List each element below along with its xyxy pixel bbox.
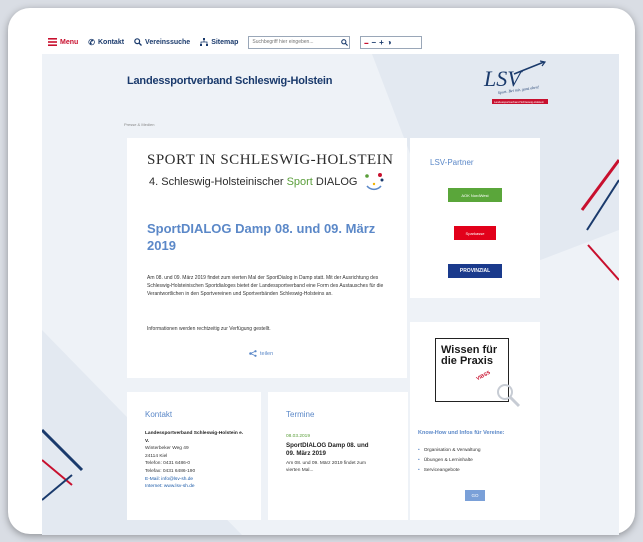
contact-card: Kontakt Landessportverband Schleswig-Hol… xyxy=(127,392,261,520)
news-headline[interactable]: SportDIALOG Damp 08. und 09. März 2019 xyxy=(147,220,377,254)
search-box xyxy=(248,35,351,49)
news-info: Informationen werden rechtzeitig zur Ver… xyxy=(147,326,271,332)
sitemap-icon xyxy=(200,38,209,46)
dialog-logo-icon xyxy=(365,173,384,191)
menu-label: Menu xyxy=(60,38,79,46)
event-subtitle-prefix: 4. Schleswig-Holsteinischer xyxy=(149,176,284,188)
text-size-icon[interactable]: ▬ xyxy=(364,40,368,45)
share-button[interactable]: teilen xyxy=(249,350,273,357)
event-date: 08.03.2019 xyxy=(286,434,311,439)
contact-web[interactable]: Internet: www.lsv-sh.de xyxy=(145,483,245,491)
zoom-in-button[interactable]: + xyxy=(379,38,384,47)
contact-phone: Telefon: 0431 6486-0 xyxy=(145,461,191,467)
share-label: teilen xyxy=(260,350,274,357)
news-body: Am 08. und 09. März 2019 findet zum vier… xyxy=(147,275,384,298)
lsv-logo[interactable]: LSV Sport. Bei mir, ganz oben! Landesspo… xyxy=(478,60,550,108)
share-icon xyxy=(249,350,257,357)
sitemap-label: Sitemap xyxy=(211,38,239,46)
accessibility-controls: ▬ − + ◑ xyxy=(360,35,423,49)
site-title[interactable]: Landessportverband Schleswig-Holstein xyxy=(127,75,333,87)
partner-logo-sparkasse[interactable]: Sparkasse xyxy=(454,226,496,240)
partner-logo-provinzial[interactable]: PROVINZIAL xyxy=(448,264,502,278)
event-teaser: Am 08. und 09. März 2019 findet zum vier… xyxy=(286,461,366,473)
event-subtitle-sport: Sport xyxy=(286,176,313,188)
knowhow-list: Organisation & Verwaltung Übungen & Lern… xyxy=(418,446,481,476)
contact-fax: Telefax: 0431 6486-190 xyxy=(145,468,196,474)
contact-title: Kontakt xyxy=(145,410,173,419)
partners-title: LSV-Partner xyxy=(430,158,474,167)
partner-logo-sparkasse-text: Sparkasse xyxy=(465,230,485,236)
go-button[interactable]: GO xyxy=(465,490,485,501)
breadcrumb[interactable]: Presse & Medien xyxy=(124,122,154,127)
partner-logo-provinzial-text: PROVINZIAL xyxy=(459,268,491,274)
search-icon xyxy=(134,38,143,46)
event-headline[interactable]: SportDIALOG Damp 08. und 09. März 2019 xyxy=(286,442,376,458)
zoom-out-button[interactable]: − xyxy=(371,38,376,47)
magnifier-icon xyxy=(497,384,521,408)
club-search-link[interactable]: Vereinssuche xyxy=(134,38,190,46)
hamburger-icon xyxy=(48,38,57,46)
events-title: Termine xyxy=(286,410,315,419)
knowhow-item[interactable]: Organisation & Verwaltung xyxy=(418,446,481,456)
knowhow-item[interactable]: Übungen & Lerninhalte xyxy=(418,456,480,466)
top-navigation: Menu ✆ Kontakt Vereinssuche Sitemap ▬ − xyxy=(42,30,619,54)
contact-email[interactable]: E-Mail: info@lsv-sh.de xyxy=(145,476,245,484)
partners-card: LSV-Partner AOK NordWest Sparkasse PROVI… xyxy=(410,138,540,298)
contact-details: Landessportverband Schleswig-Holstein e.… xyxy=(145,430,245,491)
contrast-icon[interactable]: ◑ xyxy=(387,38,392,47)
club-search-label: Vereinssuche xyxy=(145,38,191,46)
wissen-badge-title: Wissen für die Praxis xyxy=(441,344,498,367)
contact-street: Winterbeker Weg 49 xyxy=(145,446,189,452)
contact-label: Kontakt xyxy=(97,38,125,46)
contact-city: 24114 Kiel xyxy=(145,453,168,459)
search-submit-icon[interactable] xyxy=(341,38,349,46)
knowhow-title: Know-How und Infos für Vereine: xyxy=(418,430,505,436)
partner-logo-aok[interactable]: AOK NordWest xyxy=(448,188,502,202)
website-screen: Menu ✆ Kontakt Vereinssuche Sitemap ▬ − xyxy=(42,30,619,535)
device-frame: Menu ✆ Kontakt Vereinssuche Sitemap ▬ − xyxy=(8,8,635,535)
phone-icon: ✆ xyxy=(88,37,95,47)
events-card: Termine 08.03.2019 SportDIALOG Damp 08. … xyxy=(268,392,408,520)
knowhow-item[interactable]: Serviceangebote xyxy=(418,466,480,476)
knowhow-card: Wissen für die Praxis VIBSS Know-How und… xyxy=(410,322,540,520)
partner-logo-aok-text: AOK NordWest xyxy=(461,192,489,198)
wissen-badge-sub: VIBSS xyxy=(475,369,492,383)
sitemap-link[interactable]: Sitemap xyxy=(200,38,238,46)
search-input[interactable] xyxy=(249,39,342,45)
contact-org: Landessportverband Schleswig-Holstein e.… xyxy=(145,431,244,444)
contact-link[interactable]: ✆ Kontakt xyxy=(88,38,124,47)
event-title-line2: 4. Schleswig-Holsteinischer Sport DIALOG xyxy=(149,176,358,188)
menu-button[interactable]: Menu xyxy=(48,38,78,46)
logo-subtext: Landessportverband Schleswig-Holstein xyxy=(494,100,544,104)
event-title-line1: SPORT IN SCHLESWIG-HOLSTEIN xyxy=(147,152,394,168)
news-card: SPORT IN SCHLESWIG-HOLSTEIN 4. Schleswig… xyxy=(127,138,407,378)
event-subtitle-dialog: DIALOG xyxy=(315,176,358,188)
